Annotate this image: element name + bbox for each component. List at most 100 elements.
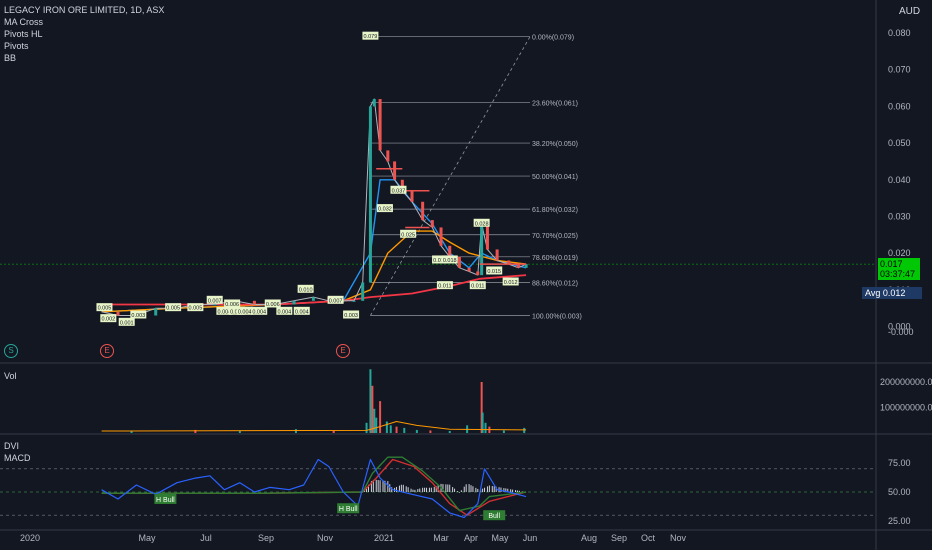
volume-bar: [294, 429, 297, 433]
macd-histogram-bar: [491, 486, 493, 492]
symbol-title[interactable]: LEGACY IRON ORE LIMITED, 1D, ASX: [4, 4, 164, 16]
price-tick-label: 0.030: [888, 211, 911, 221]
macd-histogram-bar: [486, 486, 488, 492]
fib-level-label: 38.20%(0.050): [532, 141, 578, 148]
volume-pane-label[interactable]: Vol: [4, 370, 17, 382]
bar-countdown: 03:37:47: [880, 269, 916, 279]
time-tick-label: Sep: [611, 533, 627, 543]
macd-histogram-bar: [500, 487, 502, 492]
event-marker-s[interactable]: S: [4, 344, 18, 358]
indicator-label-ma-cross[interactable]: MA Cross: [4, 16, 164, 28]
macd-histogram-bar: [433, 486, 435, 492]
chart-legend: LEGACY IRON ORE LIMITED, 1D, ASX MA Cros…: [4, 4, 164, 64]
bull-label: H Bull: [156, 497, 175, 504]
volume-bar: [403, 427, 406, 433]
macd-histogram-bar: [470, 485, 472, 492]
macd-histogram-bar: [477, 488, 479, 492]
chart-canvas[interactable]: 0.00%(0.079) 23.60%(0.061) 38.20%(0.050) 50…: [0, 0, 932, 550]
macd-pane-label[interactable]: MACD: [4, 452, 31, 464]
pivot-label: 0.003: [344, 313, 358, 319]
volume-bar: [371, 385, 374, 433]
pivot-label: 0.003: [131, 313, 145, 319]
macd-histogram-bar: [402, 484, 404, 492]
indicator-label-bb[interactable]: BB: [4, 52, 164, 64]
macd-histogram-bar: [445, 484, 447, 492]
volume-tick-label: 100000000.0: [880, 403, 932, 413]
chart-background: [0, 0, 932, 550]
volume-bar: [373, 408, 376, 433]
candle: [311, 297, 315, 301]
pivot-label: 0.005: [98, 306, 112, 312]
time-tick-label: Nov: [317, 533, 334, 543]
candle: [116, 311, 120, 316]
volume-bar: [523, 427, 526, 433]
volume-bar: [369, 369, 372, 433]
volume-bar: [502, 430, 505, 433]
pivot-label: 0.032: [378, 207, 392, 213]
time-tick-label: Aug: [581, 533, 597, 543]
avg-label-text: Avg: [865, 288, 881, 298]
candle: [252, 300, 256, 305]
time-tick-label: Jun: [523, 533, 538, 543]
candle: [393, 161, 397, 180]
pivot-label: 0.004: [238, 309, 252, 315]
indicator-tick-label: 25.00: [888, 516, 911, 526]
macd-histogram-bar: [468, 484, 470, 492]
pivot-label: 0.004: [295, 309, 309, 315]
candle: [292, 300, 296, 305]
volume-bar: [389, 425, 392, 433]
macd-histogram-bar: [424, 487, 426, 492]
macd-histogram-bar: [514, 490, 516, 492]
candle: [352, 300, 356, 302]
event-marker-e[interactable]: E: [100, 344, 114, 358]
macd-histogram-bar: [516, 490, 518, 492]
macd-histogram-bar: [458, 492, 460, 493]
macd-histogram-bar: [452, 487, 454, 492]
pivot-label: 0.012: [504, 280, 518, 286]
pivot-label: 0.028: [475, 221, 489, 227]
time-tick-label: Mar: [433, 533, 449, 543]
macd-histogram-bar: [465, 484, 467, 492]
macd-histogram-bar: [472, 486, 474, 492]
macd-histogram-bar: [377, 480, 379, 492]
macd-histogram-bar: [428, 487, 430, 492]
volume-bar: [375, 417, 378, 433]
volume-bar: [448, 430, 451, 433]
macd-histogram-bar: [382, 480, 384, 492]
price-tick-label: 0.050: [888, 138, 911, 148]
macd-histogram-bar: [426, 487, 428, 492]
time-tick-label: Sep: [258, 533, 274, 543]
event-marker-e[interactable]: E: [336, 344, 350, 358]
volume-bar: [365, 422, 368, 433]
pivot-label: 0.001: [120, 320, 134, 326]
time-tick-label: Apr: [464, 533, 478, 543]
pivot-label: 0.004: [277, 309, 291, 315]
pivot-label: 0.079: [364, 34, 378, 40]
indicator-label-pivots-hl[interactable]: Pivots HL: [4, 28, 164, 40]
volume-bar: [332, 430, 335, 433]
candle: [378, 99, 382, 151]
fib-level-label: 78.60%(0.019): [532, 255, 578, 262]
pivot-label: 0.005: [188, 306, 202, 312]
pivot-label: 0.007: [208, 298, 222, 304]
indicator-label-pivots[interactable]: Pivots: [4, 40, 164, 52]
time-tick-label: 2020: [20, 533, 40, 543]
price-tick-label: 0.040: [888, 175, 911, 185]
candle: [361, 282, 365, 301]
price-tick-label: 0.060: [888, 101, 911, 111]
pivot-label: 0.004: [252, 309, 266, 315]
fib-level-label: 100.00%(0.003): [532, 313, 582, 320]
pivot-label: 0.025: [401, 232, 415, 238]
candle: [476, 271, 480, 276]
pivot-label: 0.010: [299, 287, 313, 293]
pivot-label: 0.018: [443, 258, 457, 264]
candle: [439, 227, 443, 246]
macd-histogram-bar: [405, 486, 407, 492]
candle: [213, 304, 217, 306]
time-tick-label: 2021: [374, 533, 394, 543]
avg-label-value: 0.012: [882, 288, 906, 298]
macd-histogram-bar: [484, 487, 486, 492]
macd-histogram-bar: [407, 487, 409, 492]
volume-bar: [484, 422, 487, 433]
dvi-pane-label[interactable]: DVI: [4, 440, 19, 452]
